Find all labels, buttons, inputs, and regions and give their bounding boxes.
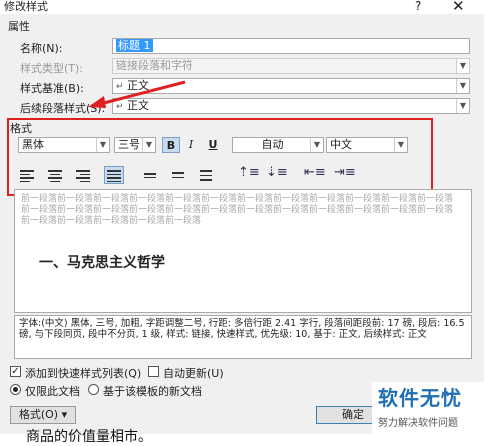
add-quick-style-checkbox[interactable]: ✓: [10, 366, 21, 377]
chevron-down-icon: ▼: [142, 138, 155, 152]
watermark-logo: 软件无忧 努力解决软件问题: [372, 382, 486, 436]
only-this-document-radio[interactable]: [10, 384, 21, 395]
align-right-icon[interactable]: [76, 168, 94, 182]
watermark-main-text: 软件无忧: [378, 386, 462, 410]
new-documents-label: 基于该模板的新文档: [103, 385, 202, 398]
name-input[interactable]: 标题 1: [112, 38, 470, 54]
help-button[interactable]: ?: [415, 0, 421, 13]
font-size-select[interactable]: 三号 ▼: [114, 137, 156, 153]
watermark-sub-text: 努力解决软件问题: [378, 418, 458, 429]
format-section-label: 格式: [10, 122, 32, 135]
style-type-label: 样式类型(T):: [20, 62, 84, 75]
new-documents-radio[interactable]: [88, 384, 99, 395]
chevron-down-icon: ▼: [456, 59, 469, 73]
increase-indent-icon[interactable]: ⇥≡: [334, 165, 356, 180]
name-value: 标题 1: [116, 39, 153, 52]
align-center-icon[interactable]: [48, 168, 66, 182]
only-this-document-label: 仅限此文档: [25, 385, 80, 398]
font-color-value: 自动: [261, 138, 284, 151]
close-button[interactable]: ✕: [452, 0, 465, 15]
underline-button[interactable]: U: [204, 137, 222, 153]
properties-section-label: 属性: [8, 20, 30, 33]
auto-update-label: 自动更新(U): [163, 367, 224, 380]
font-value: 黑体: [22, 138, 44, 151]
chevron-down-icon: ▼: [310, 138, 323, 152]
bold-button[interactable]: B: [162, 137, 180, 153]
font-select[interactable]: 黑体 ▼: [18, 137, 110, 153]
preview-previous-paragraph: 前一段落前一段落前一段落前一段落前一段落前一段落前一段落前一段落前一段落前一段落…: [21, 194, 454, 226]
chevron-down-icon: ▼: [394, 138, 407, 152]
annotation-arrow: [88, 80, 186, 108]
line-spacing-double-icon[interactable]: [200, 168, 218, 182]
space-before-decrease-icon[interactable]: ⇣≡: [266, 165, 288, 180]
name-label: 名称(N):: [20, 42, 63, 55]
modify-style-dialog: 属性 名称(N): 标题 1 样式类型(T): 链接段落和字符 ▼ 样式基准(B)…: [0, 14, 484, 434]
italic-button[interactable]: I: [182, 137, 200, 153]
space-before-increase-icon[interactable]: ⇡≡: [238, 165, 260, 180]
style-type-value: 链接段落和字符: [116, 59, 193, 72]
format-highlight-box: [7, 118, 433, 196]
title-bar: 修改样式 ? ✕: [0, 0, 500, 15]
chevron-down-icon: ▼: [456, 99, 469, 113]
window-title: 修改样式: [4, 0, 48, 13]
line-spacing-onehalf-icon[interactable]: [172, 170, 190, 184]
justify-icon[interactable]: [104, 166, 124, 184]
style-type-select: 链接段落和字符 ▼: [112, 58, 470, 74]
background-document-text: 商品的价值量相市。: [26, 429, 152, 445]
preview-heading: 一、马克思主义哲学: [39, 255, 165, 271]
format-menu-button[interactable]: 格式(O) ▾: [10, 406, 76, 424]
align-left-icon[interactable]: [20, 168, 38, 182]
font-color-select[interactable]: 自动 ▼: [232, 137, 324, 153]
decrease-indent-icon[interactable]: ⇤≡: [304, 165, 326, 180]
line-spacing-single-icon[interactable]: [144, 171, 162, 185]
auto-update-checkbox[interactable]: [148, 366, 159, 377]
chevron-down-icon: ▼: [96, 138, 109, 152]
font-size-value: 三号: [118, 138, 140, 151]
style-preview: 前一段落前一段落前一段落前一段落前一段落前一段落前一段落前一段落前一段落前一段落…: [14, 189, 472, 313]
chevron-down-icon: ▼: [456, 79, 469, 93]
language-value: 中文: [330, 138, 352, 151]
style-description: 字体:(中文) 黑体, 三号, 加粗, 字距调整二号, 行距: 多倍行距 2.4…: [14, 315, 472, 359]
language-select[interactable]: 中文 ▼: [326, 137, 408, 153]
add-quick-style-label: 添加到快速样式列表(Q): [25, 367, 142, 380]
